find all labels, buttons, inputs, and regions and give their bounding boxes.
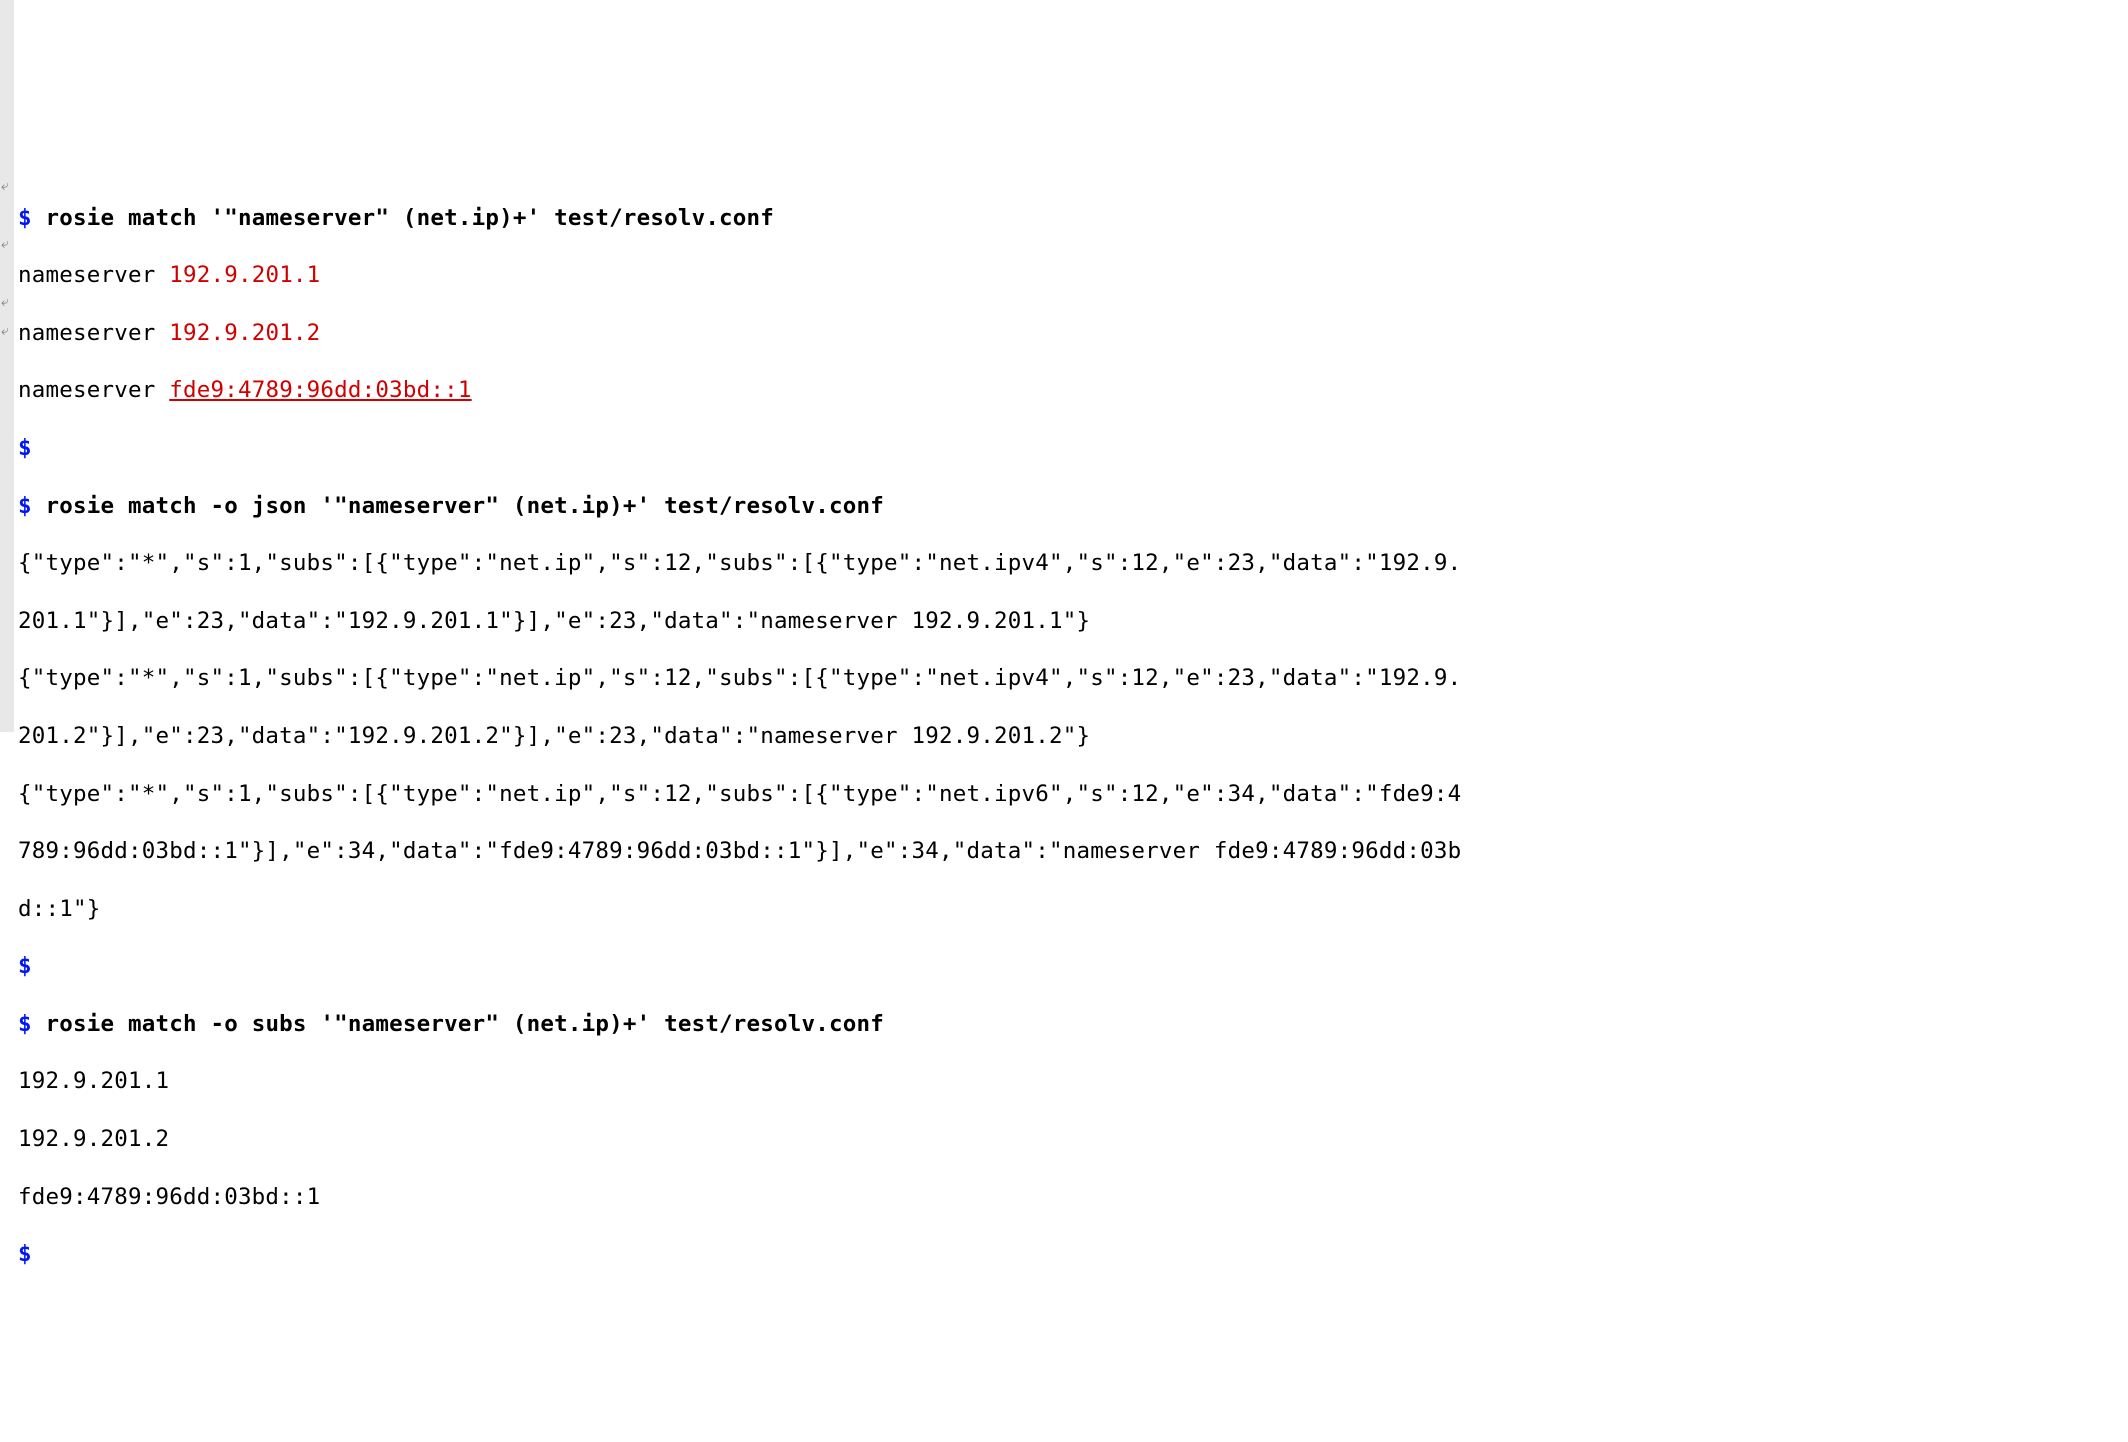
- empty-prompt-line: $: [18, 434, 2128, 463]
- keyword: nameserver: [18, 262, 169, 288]
- output-line: nameserver fde9:4789:96dd:03bd::1: [18, 376, 2128, 405]
- output-line: nameserver 192.9.201.1: [18, 261, 2128, 290]
- json-output-line: {"type":"*","s":1,"subs":[{"type":"net.i…: [18, 549, 2128, 578]
- wrap-marker-icon: ⤶: [1, 324, 9, 338]
- prompt: $: [18, 953, 32, 979]
- ipv4-address: 192.9.201.2: [169, 320, 320, 346]
- json-output-line: 789:96dd:03bd::1"}],"e":34,"data":"fde9:…: [18, 837, 2128, 866]
- ipv4-address: 192.9.201.1: [169, 262, 320, 288]
- keyword: nameserver: [18, 320, 169, 346]
- json-output-line: 201.1"}],"e":23,"data":"192.9.201.1"}],"…: [18, 607, 2128, 636]
- output-line: fde9:4789:96dd:03bd::1: [18, 1183, 2128, 1212]
- output-line: nameserver 192.9.201.2: [18, 319, 2128, 348]
- empty-prompt-line: $: [18, 952, 2128, 981]
- json-output-line: 201.2"}],"e":23,"data":"192.9.201.2"}],"…: [18, 722, 2128, 751]
- keyword: nameserver: [18, 377, 169, 403]
- terminal-output[interactable]: $ rosie match '"nameserver" (net.ip)+' t…: [18, 173, 2128, 1298]
- output-line: 192.9.201.1: [18, 1067, 2128, 1096]
- prompt: $: [18, 1241, 32, 1267]
- empty-prompt-line: $: [18, 1240, 2128, 1269]
- json-output-line: d::1"}: [18, 895, 2128, 924]
- json-output-line: {"type":"*","s":1,"subs":[{"type":"net.i…: [18, 664, 2128, 693]
- command-text: rosie match '"nameserver" (net.ip)+' tes…: [46, 205, 775, 231]
- prompt: $: [18, 493, 32, 519]
- command-line: $ rosie match -o subs '"nameserver" (net…: [18, 1010, 2128, 1039]
- wrap-marker-icon: ⤶: [1, 295, 9, 309]
- command-line: $ rosie match -o json '"nameserver" (net…: [18, 492, 2128, 521]
- json-output-line: {"type":"*","s":1,"subs":[{"type":"net.i…: [18, 780, 2128, 809]
- command-text: rosie match -o subs '"nameserver" (net.i…: [46, 1011, 885, 1037]
- prompt: $: [18, 435, 32, 461]
- output-line: 192.9.201.2: [18, 1125, 2128, 1154]
- gutter: ⤶ ⤶ ⤶ ⤶: [0, 0, 14, 732]
- wrap-marker-icon: ⤶: [1, 179, 9, 193]
- ipv6-address: fde9:4789:96dd:03bd::1: [169, 377, 471, 403]
- prompt: $: [18, 205, 32, 231]
- command-text: rosie match -o json '"nameserver" (net.i…: [46, 493, 885, 519]
- wrap-marker-icon: ⤶: [1, 237, 9, 251]
- prompt: $: [18, 1011, 32, 1037]
- command-line: $ rosie match '"nameserver" (net.ip)+' t…: [18, 204, 2128, 233]
